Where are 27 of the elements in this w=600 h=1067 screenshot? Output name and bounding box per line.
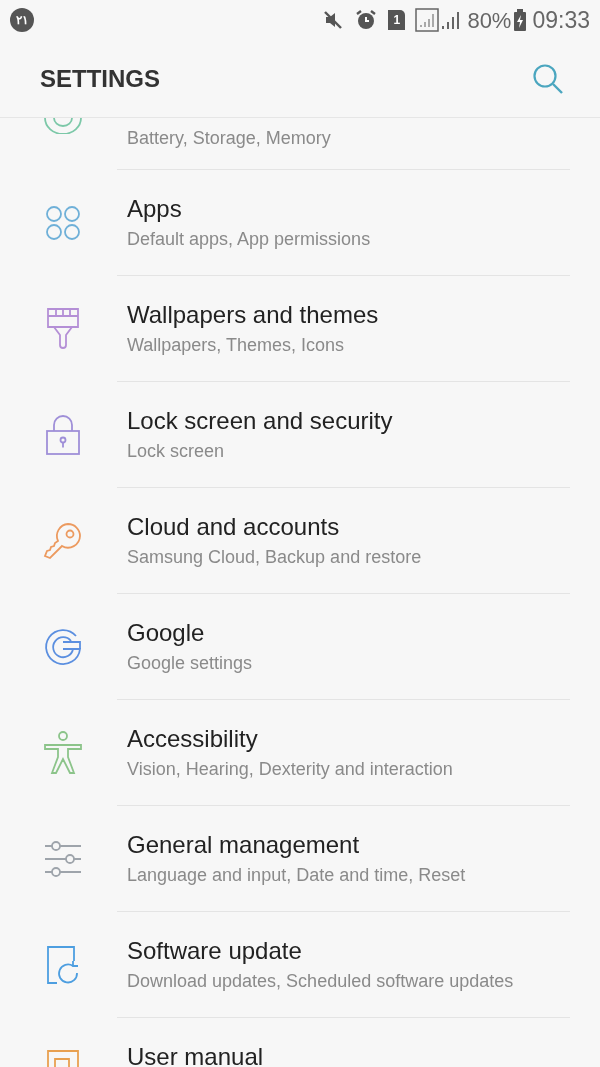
notification-badge: ۲۱: [10, 8, 34, 32]
item-title[interactable]: Apps: [127, 194, 371, 224]
item-title[interactable]: Cloud and accounts: [127, 512, 422, 542]
item-title[interactable]: Wallpapers and themes: [127, 300, 379, 330]
item-subtitle: Download updates, Scheduled software updates: [127, 970, 514, 993]
page-title: SETTINGS: [40, 63, 160, 94]
item-subtitle: Samsung Cloud, Backup and restore: [127, 546, 422, 569]
item-title[interactable]: User manual: [127, 1042, 264, 1067]
item-subtitle: Vision, Hearing, Dexterity and interaction: [127, 758, 453, 781]
clock-time: 09:33: [532, 5, 590, 35]
item-subtitle: Default apps, App permissions: [127, 228, 371, 251]
item-title[interactable]: General management: [127, 830, 466, 860]
battery-icon: [514, 9, 527, 31]
item-subtitle: Language and input, Date and time, Reset: [127, 864, 466, 887]
signal-icon: [415, 8, 440, 32]
item-title[interactable]: Google: [127, 618, 253, 648]
search-icon[interactable]: [532, 62, 564, 95]
item-title[interactable]: Software update: [127, 936, 514, 966]
item-subtitle: Google settings: [127, 652, 253, 675]
item-title[interactable]: Lock screen and security: [127, 406, 393, 436]
sim-badge: 1: [388, 10, 406, 30]
item-title[interactable]: Accessibility: [127, 724, 453, 754]
item-subtitle: Lock screen: [127, 440, 226, 463]
battery-percent: 80%: [467, 6, 512, 35]
signal-icon: [441, 9, 462, 31]
item-subtitle: Wallpapers, Themes, Icons: [127, 334, 346, 357]
item-subtitle: Battery, Storage, Memory: [127, 127, 331, 150]
